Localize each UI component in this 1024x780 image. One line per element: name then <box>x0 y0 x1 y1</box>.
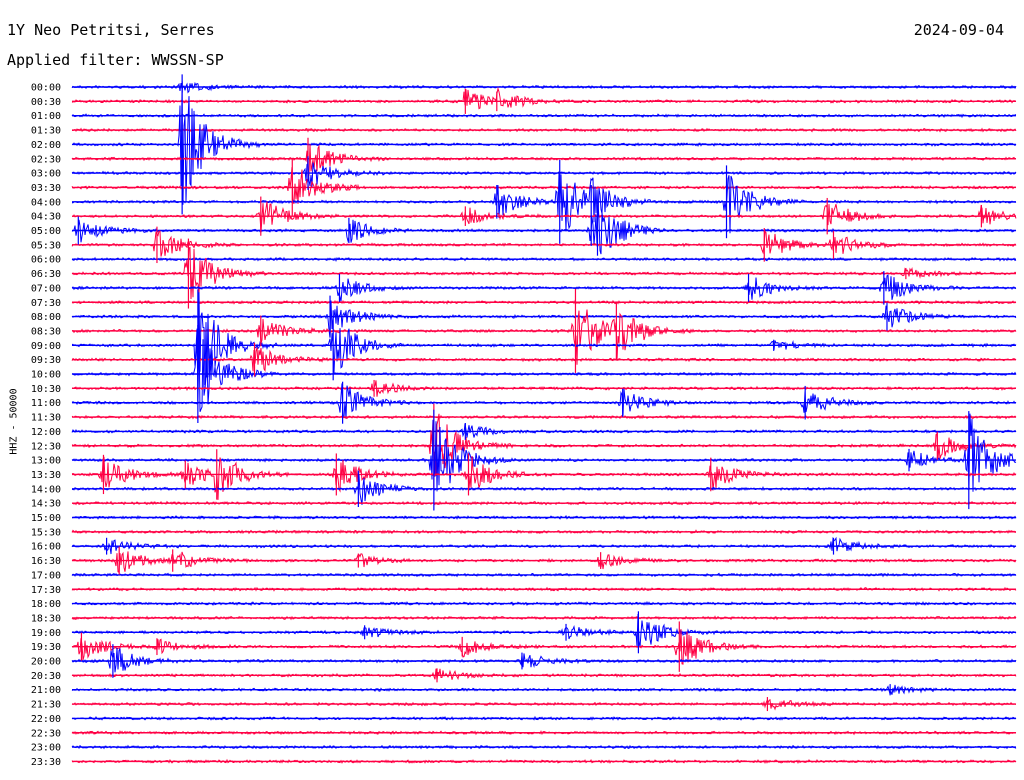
row-time-label: 13:30 <box>31 470 61 481</box>
row-time-label: 18:30 <box>31 613 61 624</box>
row-time-label: 09:30 <box>31 355 61 366</box>
row-time-label: 15:00 <box>31 513 61 524</box>
row-time-label: 11:30 <box>31 413 61 424</box>
row-time-label: 17:00 <box>31 570 61 581</box>
row-time-label: 03:00 <box>31 169 61 180</box>
row-time-label: 00:30 <box>31 97 61 108</box>
trace-row <box>71 551 1017 574</box>
row-time-label: 23:00 <box>31 743 61 754</box>
trace-row <box>71 331 1017 412</box>
trace-row <box>71 201 1017 233</box>
row-time-label: 11:00 <box>31 398 61 409</box>
trace-row <box>71 423 1017 438</box>
row-time-label: 00:00 <box>31 83 61 94</box>
row-time-label: 21:00 <box>31 685 61 696</box>
row-time-label: 10:30 <box>31 384 61 395</box>
trace-row <box>71 456 1017 500</box>
row-time-label: 23:30 <box>31 757 61 768</box>
row-time-label: 18:00 <box>31 599 61 610</box>
trace-row <box>71 229 1017 257</box>
trace-row <box>72 292 1017 386</box>
row-time-label: 12:30 <box>31 441 61 452</box>
trace-row <box>71 162 1017 188</box>
row-time-label: 15:30 <box>31 527 61 538</box>
row-time-label: 17:30 <box>31 585 61 596</box>
trace-row <box>71 86 1017 110</box>
row-time-label: 19:30 <box>31 642 61 653</box>
row-time-label: 22:00 <box>31 714 61 725</box>
row-time-label: 14:30 <box>31 499 61 510</box>
row-time-label: 05:00 <box>31 226 61 237</box>
row-time-label: 03:30 <box>31 183 61 194</box>
row-time-label: 19:00 <box>31 628 61 639</box>
row-time-label: 06:00 <box>31 255 61 266</box>
row-time-label: 04:30 <box>31 212 61 223</box>
row-time-label: 08:30 <box>31 326 61 337</box>
row-time-label: 02:00 <box>31 140 61 151</box>
row-time-label: 07:30 <box>31 298 61 309</box>
row-time-label: 16:30 <box>31 556 61 567</box>
row-time-label: 16:00 <box>31 542 61 553</box>
row-time-label: 14:00 <box>31 484 61 495</box>
trace-row <box>71 474 1017 505</box>
trace-row <box>71 201 1017 255</box>
row-time-label: 09:00 <box>31 341 61 352</box>
row-time-label: 22:30 <box>31 728 61 739</box>
trace-row <box>71 668 1017 681</box>
row-time-label: 02:30 <box>31 154 61 165</box>
row-time-label: 12:00 <box>31 427 61 438</box>
trace-row <box>71 413 1017 476</box>
helicorder-plot: 00:00 00:30 01:00 01:30 02:00 02:30 03:00 03:30… <box>31 74 1017 768</box>
row-time-label: 07:00 <box>31 283 61 294</box>
row-time-label: 21:30 <box>31 700 61 711</box>
row-time-label: 01:30 <box>31 126 61 137</box>
row-time-label: 20:30 <box>31 671 61 682</box>
row-time-label: 04:00 <box>31 197 61 208</box>
row-time-label: 06:30 <box>31 269 61 280</box>
row-time-label: 05:30 <box>31 240 61 251</box>
trace-row <box>71 647 1017 673</box>
trace-row <box>71 413 1017 492</box>
row-time-label: 08:00 <box>31 312 61 323</box>
row-time-label: 20:00 <box>31 657 61 668</box>
row-time-label: 13:00 <box>31 456 61 467</box>
row-time-label: 10:00 <box>31 370 61 381</box>
row-time-label: 01:00 <box>31 111 61 122</box>
